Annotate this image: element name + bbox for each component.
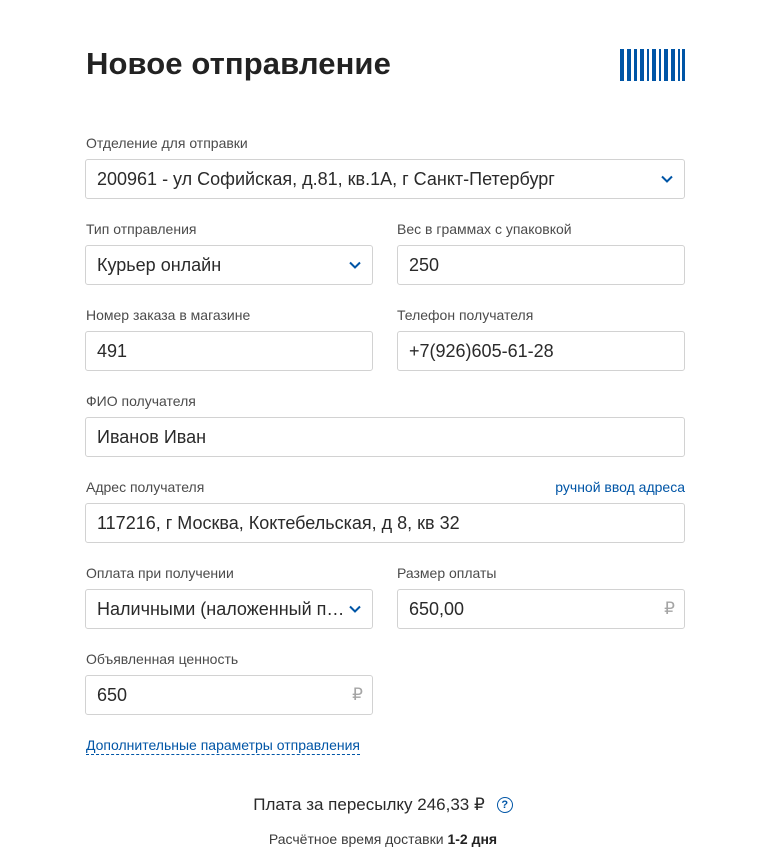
type-select[interactable]: Курьер онлайн [85,245,373,285]
chevron-down-icon [349,261,361,269]
ruble-icon: ₽ [352,685,363,704]
order-number-value: 491 [97,341,128,361]
declared-value-label: Объявленная ценность [86,651,239,667]
weight-input[interactable]: 250 [397,245,685,285]
ruble-icon: ₽ [664,599,675,618]
address-value: 117216, г Москва, Коктебельская, д 8, кв… [97,513,460,533]
chevron-down-icon [661,175,673,183]
shipping-fee: Плата за пересылку 246,33 ₽ ? [0,795,766,815]
declared-value-value: 650 [97,685,128,705]
declared-value-input[interactable]: 650 ₽ [85,675,373,715]
recipient-name-value: Иванов Иван [97,427,207,447]
name-label: ФИО получателя [86,393,196,409]
phone-input[interactable]: +7(926)605-61-28 [397,331,685,371]
phone-label: Телефон получателя [397,307,534,323]
branch-value: 200961 - ул Софийская, д.81, кв.1А, г Са… [97,169,555,189]
cod-amount-input[interactable]: 650,00 ₽ [397,589,685,629]
address-input[interactable]: 117216, г Москва, Коктебельская, д 8, кв… [85,503,685,543]
cod-label: Оплата при получении [86,565,234,581]
branch-select[interactable]: 200961 - ул Софийская, д.81, кв.1А, г Са… [85,159,685,199]
cod-select[interactable]: Наличными (наложенный платёж) [85,589,373,629]
type-value: Курьер онлайн [97,255,222,275]
order-number-input[interactable]: 491 [85,331,373,371]
phone-value: +7(926)605-61-28 [409,341,554,361]
shipping-fee-text: Плата за пересылку 246,33 ₽ [253,795,485,814]
delivery-estimate-prefix: Расчётное время доставки [268,831,444,847]
order-label: Номер заказа в магазине [86,307,251,323]
recipient-name-input[interactable]: Иванов Иван [85,417,685,457]
weight-label: Вес в граммах с упаковкой [397,221,572,237]
cod-value: Наличными (наложенный платёж) [97,599,345,619]
chevron-down-icon [349,605,361,613]
barcode-icon [620,49,685,81]
branch-label: Отделение для отправки [86,135,248,151]
type-label: Тип отправления [86,221,197,237]
page-title: Новое отправление [86,46,391,81]
help-icon[interactable]: ? [496,797,513,813]
cod-amount-label: Размер оплаты [397,565,497,581]
weight-value: 250 [409,255,440,275]
delivery-estimate: Расчётное время доставки 1-2 дня [0,831,766,847]
extra-params-link[interactable]: Дополнительные параметры отправления [86,737,360,755]
extra-params-link-label: Дополнительные параметры отправления [86,737,360,755]
cod-amount-value: 650,00 [409,599,465,619]
manual-address-link[interactable]: ручной ввод адреса [555,479,685,495]
delivery-estimate-value: 1-2 дня [447,831,498,847]
address-label: Адрес получателя [86,479,205,495]
